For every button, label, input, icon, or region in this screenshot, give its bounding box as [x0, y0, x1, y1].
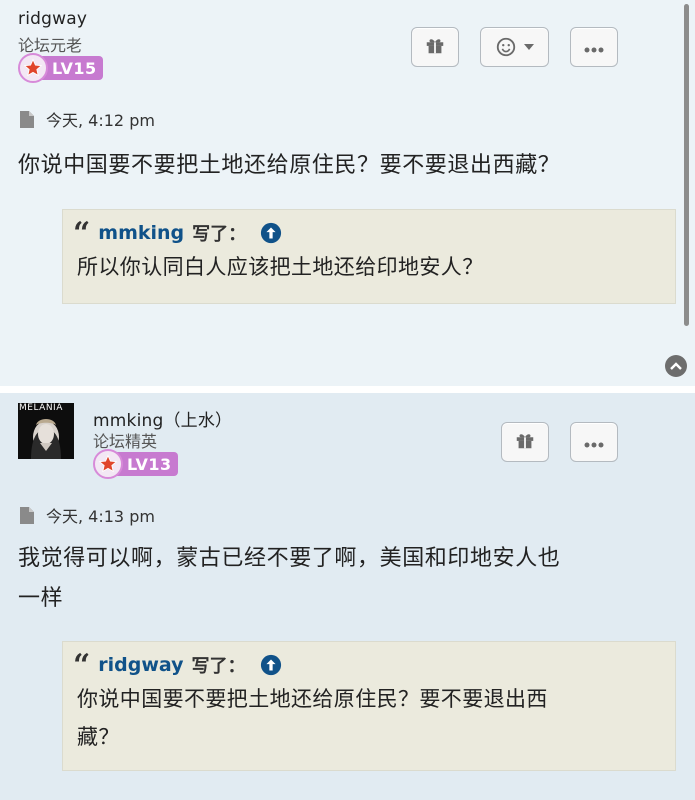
quote-text: 你说中国要不要把土地还给原住民？要不要退出西 藏？ — [73, 680, 663, 756]
post-meta: 今天, 4:12 pm — [20, 107, 155, 131]
post-mmking: MELANIA mmking（上水） 论坛精英 LV13 今天, 4:13 pm… — [0, 393, 695, 800]
quote-wrote-label: 写了： — [191, 656, 246, 677]
gift-button[interactable] — [411, 27, 459, 67]
post-ridgway: ridgway 论坛元老 LV15 今天, 4:12 pm 你说中国要不要把土地… — [0, 0, 695, 386]
post-content: 我觉得可以啊，蒙古已经不要了啊，美国和印地安人也 一样 — [18, 539, 560, 619]
quote-block: “ mmking 写了： 所以你认同白人应该把土地还给印地安人？ — [62, 209, 676, 304]
level-label: LV13 — [115, 452, 178, 476]
quote-author[interactable]: mmking — [98, 222, 184, 244]
quote-wrote-label: 写了： — [192, 224, 247, 245]
up-arrow-circle-icon[interactable] — [260, 654, 282, 676]
star-icon — [93, 449, 123, 479]
gift-icon — [424, 34, 446, 60]
post-content: 你说中国要不要把土地还给原住民？要不要退出西藏？ — [18, 153, 561, 178]
more-button[interactable] — [570, 422, 618, 462]
quote-header: “ mmking 写了： — [73, 216, 663, 251]
avatar[interactable]: MELANIA — [18, 403, 74, 459]
post-content-line: 我觉得可以啊，蒙古已经不要了啊，美国和印地安人也 — [18, 546, 561, 571]
post-time: 今天, 4:12 pm — [46, 111, 155, 130]
quote-header: “ ridgway 写了： — [73, 648, 663, 683]
more-button[interactable] — [570, 27, 618, 67]
scrollbar[interactable] — [684, 4, 689, 326]
quote-text-line: 藏？ — [77, 725, 120, 749]
ellipsis-icon — [583, 38, 605, 57]
star-icon — [18, 53, 48, 83]
document-icon[interactable] — [20, 506, 34, 524]
quote-text: 所以你认同白人应该把土地还给印地安人？ — [77, 255, 484, 279]
up-arrow-circle-icon[interactable] — [260, 222, 282, 244]
quote-mark-icon: “ — [73, 216, 91, 251]
level-label: LV15 — [40, 56, 103, 80]
post-meta: 今天, 4:13 pm — [20, 503, 155, 527]
gift-icon — [514, 429, 536, 455]
quote-block: “ ridgway 写了： 你说中国要不要把土地还给原住民？要不要退出西 藏？ — [62, 641, 676, 771]
document-icon[interactable] — [20, 110, 34, 128]
quote-author[interactable]: ridgway — [98, 654, 183, 676]
quote-mark-icon: “ — [73, 648, 91, 683]
post-author[interactable]: ridgway — [18, 9, 87, 29]
ellipsis-icon — [583, 433, 605, 452]
reaction-button[interactable] — [480, 27, 549, 67]
level-badge: LV13 — [93, 449, 178, 479]
chevron-up-icon — [670, 362, 682, 370]
avatar-caption: MELANIA — [19, 403, 63, 413]
smiley-icon — [495, 36, 535, 58]
back-to-top-button[interactable] — [665, 355, 687, 377]
post-time: 今天, 4:13 pm — [46, 507, 155, 526]
quote-text-line: 你说中国要不要把土地还给原住民？要不要退出西 — [77, 687, 548, 711]
gift-button[interactable] — [501, 422, 549, 462]
level-badge: LV15 — [18, 53, 103, 83]
post-content-line: 一样 — [18, 586, 64, 611]
